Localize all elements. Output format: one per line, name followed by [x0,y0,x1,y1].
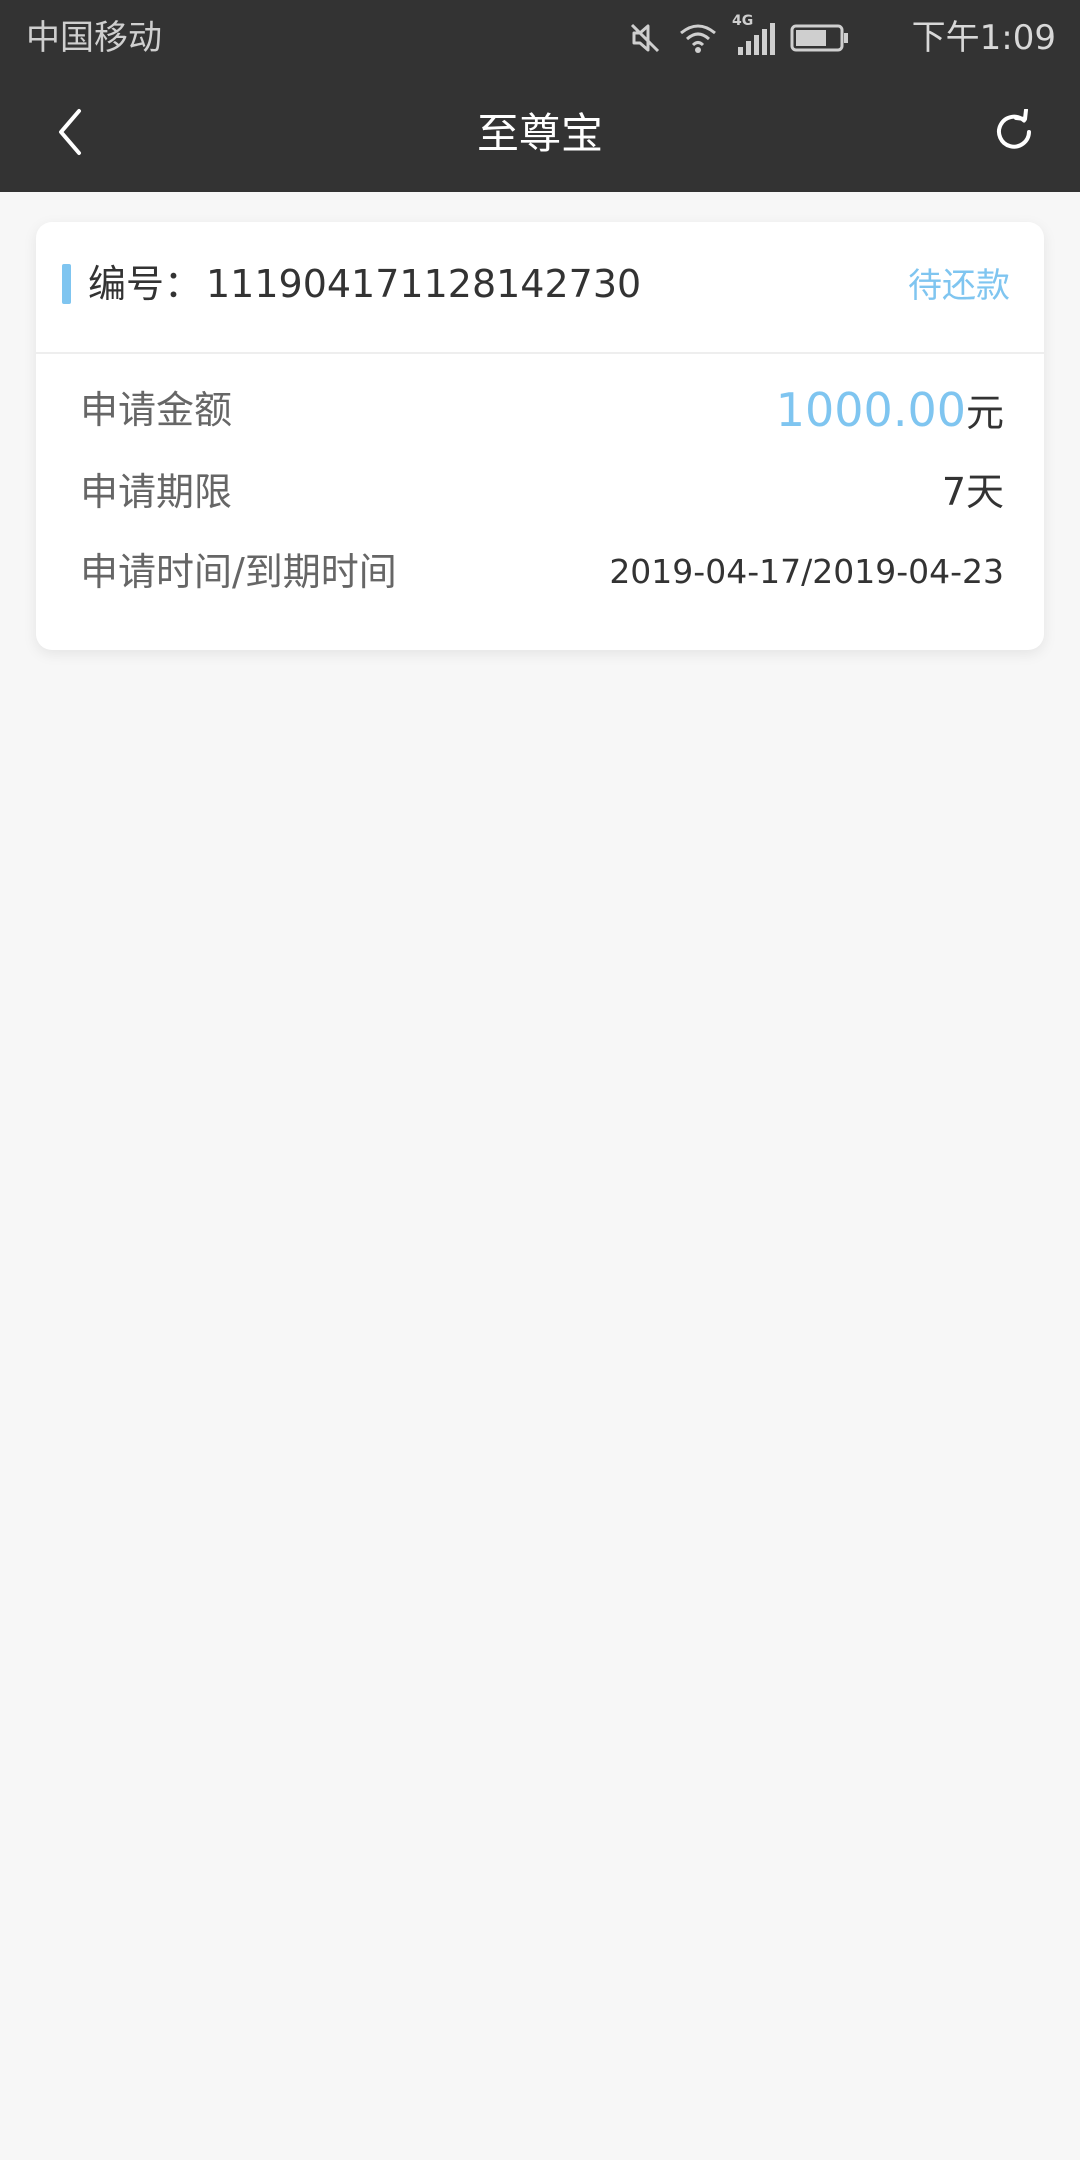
dates-label: 申请时间/到期时间 [80,550,397,594]
refresh-icon [991,108,1037,159]
page-title: 至尊宝 [476,109,603,158]
order-status-badge: 待还款 [908,266,1010,306]
order-card-header: 编号： 111904171128142730 待还款 [36,222,1044,354]
wifi-icon [678,21,718,55]
amount-unit: 元 [965,391,1004,435]
status-time: 下午1:09 [911,18,1056,58]
refresh-button[interactable] [984,104,1044,164]
term-value: 7天 [941,470,1004,514]
navigation-bar: 至尊宝 [0,76,1080,192]
order-card[interactable]: 编号： 111904171128142730 待还款 申请金额 1000.00元… [36,222,1044,650]
network-type: 4G [732,13,754,29]
term-label: 申请期限 [80,470,233,514]
amount-label: 申请金额 [80,388,233,432]
amount-number: 1000.00 [775,383,966,437]
status-icons: 4G [626,13,850,62]
dates-value: 2019-04-17/2019-04-23 [609,552,1004,591]
status-bar: 中国移动 4G 下午1:09 [0,0,1080,76]
amount-row: 申请金额 1000.00元 [80,380,1004,440]
amount-value: 1000.00元 [776,380,1004,443]
dates-row: 申请时间/到期时间 2019-04-17/2019-04-23 [80,542,1004,602]
term-row: 申请期限 7天 [80,462,1004,522]
battery-icon [790,23,850,53]
accent-bar [62,264,71,304]
order-number-label: 编号： [88,262,203,306]
mute-icon [626,19,664,57]
signal-icon: 4G [732,13,776,57]
carrier-name: 中国移动 [26,18,162,58]
order-number: 111904171128142730 [206,262,642,306]
